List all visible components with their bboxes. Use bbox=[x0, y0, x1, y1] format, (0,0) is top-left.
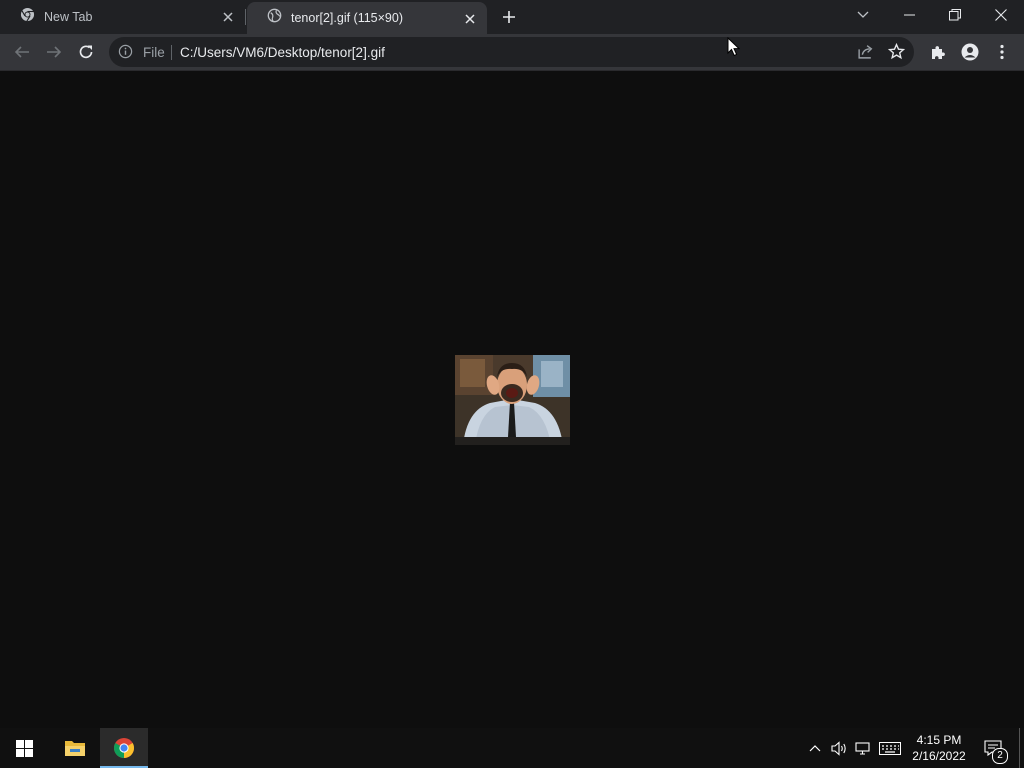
browser-toolbar: File C:/Users/VM6/Desktop/tenor[2].gif bbox=[0, 34, 1024, 71]
windows-taskbar: 4:15 PM 2/16/2022 bbox=[0, 728, 1024, 768]
bookmark-star-icon[interactable] bbox=[887, 42, 906, 65]
close-icon bbox=[995, 9, 1007, 21]
share-icon[interactable] bbox=[857, 43, 874, 65]
minimize-icon bbox=[903, 14, 915, 16]
chrome-icon bbox=[20, 7, 35, 27]
back-arrow-icon bbox=[14, 46, 29, 58]
kebab-menu-icon bbox=[1000, 44, 1004, 60]
show-desktop-button[interactable] bbox=[1019, 728, 1020, 768]
puzzle-icon bbox=[932, 46, 945, 59]
volume-button[interactable] bbox=[828, 728, 850, 768]
chevron-up-icon bbox=[809, 745, 821, 752]
file-explorer-button[interactable] bbox=[51, 728, 99, 768]
reload-button[interactable] bbox=[72, 38, 100, 66]
keyboard-icon bbox=[879, 741, 901, 755]
menu-button[interactable] bbox=[988, 38, 1016, 66]
notification-count-badge: 2 bbox=[992, 748, 1008, 764]
speaker-icon bbox=[830, 740, 846, 756]
tab-new-tab[interactable]: New Tab bbox=[0, 0, 245, 34]
chrome-taskbar-button[interactable] bbox=[100, 728, 148, 768]
omnibox-divider bbox=[171, 45, 172, 60]
touch-keyboard-button[interactable] bbox=[877, 728, 903, 768]
close-window-button[interactable] bbox=[978, 0, 1024, 30]
reload-icon bbox=[79, 45, 93, 59]
plus-icon bbox=[503, 11, 515, 23]
gif-image[interactable] bbox=[455, 355, 570, 445]
page-content bbox=[0, 71, 1024, 728]
forward-arrow-icon bbox=[47, 46, 62, 58]
tab-tenor-gif[interactable]: tenor[2].gif (115×90) bbox=[247, 2, 487, 34]
profile-icon bbox=[961, 43, 979, 61]
restore-icon bbox=[949, 9, 961, 21]
clock-time: 4:15 PM bbox=[916, 733, 962, 747]
taskbar-clock[interactable]: 4:15 PM 2/16/2022 bbox=[905, 732, 973, 764]
windows-logo-icon bbox=[15, 739, 33, 757]
profile-button[interactable] bbox=[956, 38, 984, 66]
address-bar[interactable]: File C:/Users/VM6/Desktop/tenor[2].gif bbox=[109, 37, 914, 67]
security-chip-label[interactable]: File bbox=[143, 45, 165, 60]
close-tab-icon[interactable] bbox=[221, 10, 235, 24]
close-tab-icon[interactable] bbox=[463, 12, 477, 26]
network-icon bbox=[854, 741, 870, 755]
url-text[interactable]: C:/Users/VM6/Desktop/tenor[2].gif bbox=[180, 45, 385, 60]
new-tab-button[interactable] bbox=[499, 7, 519, 27]
folder-icon bbox=[65, 741, 85, 756]
chrome-icon bbox=[114, 738, 134, 758]
mouse-cursor-icon bbox=[727, 36, 741, 62]
minimize-button[interactable] bbox=[886, 0, 932, 30]
extensions-button[interactable] bbox=[924, 38, 952, 66]
chevron-down-icon bbox=[857, 11, 869, 18]
show-hidden-icons-button[interactable] bbox=[806, 728, 824, 768]
forward-button[interactable] bbox=[40, 38, 68, 66]
network-button[interactable] bbox=[852, 728, 874, 768]
start-button[interactable] bbox=[0, 728, 48, 768]
restore-button[interactable] bbox=[932, 0, 978, 30]
tab-divider bbox=[245, 9, 246, 25]
tab-title: tenor[2].gif (115×90) bbox=[291, 11, 403, 25]
tab-search-button[interactable] bbox=[840, 0, 886, 30]
back-button[interactable] bbox=[8, 38, 36, 66]
clock-date: 2/16/2022 bbox=[912, 749, 966, 763]
info-icon[interactable] bbox=[118, 44, 133, 64]
globe-icon bbox=[267, 8, 282, 28]
tab-title: New Tab bbox=[44, 10, 93, 24]
tab-strip: New Tab tenor[2].gif (115×90) bbox=[0, 0, 1024, 34]
